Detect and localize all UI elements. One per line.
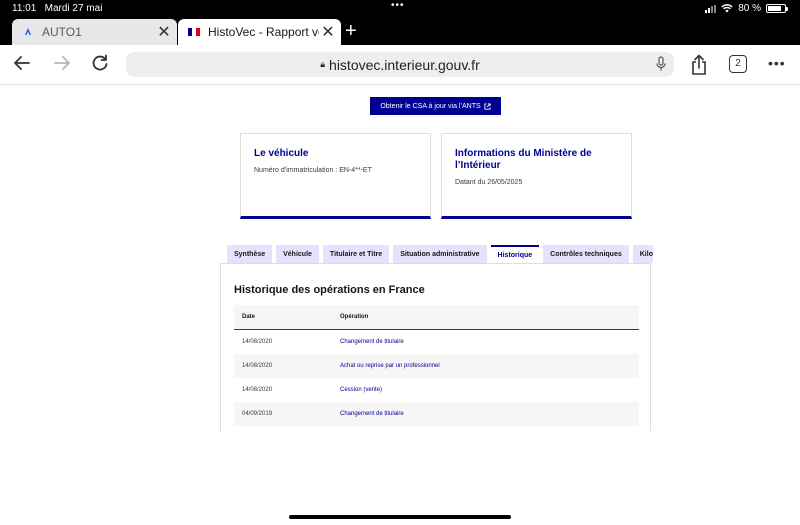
- table-row: 14/08/2020 Cession (vente): [234, 378, 639, 402]
- table-row: 14/08/2020 Achat ou reprise par un profe…: [234, 354, 639, 378]
- battery-percent: 80 %: [738, 3, 761, 14]
- tab-controles-techniques[interactable]: Contrôles techniques: [543, 245, 629, 263]
- forward-arrow-icon[interactable]: [52, 53, 72, 73]
- browser-toolbar: 🔒︎ histovec.interieur.gouv.fr 2 •••: [0, 45, 800, 85]
- wifi-icon: [721, 4, 733, 13]
- tab-synthese[interactable]: Synthèse: [227, 245, 273, 263]
- url-text: histovec.interieur.gouv.fr: [329, 56, 480, 73]
- ants-link-button[interactable]: Obtenir le CSA à jour via l’ANTS: [370, 97, 501, 115]
- browser-tab-auto1[interactable]: AUTO1 ✕: [12, 19, 177, 45]
- browser-tab-histovec[interactable]: HistoVec - Rapport vendeur ✕: [178, 19, 341, 45]
- row-operation: Cession (vente): [340, 387, 383, 393]
- table-header: Date Opération: [234, 305, 639, 330]
- signal-icon: [705, 4, 717, 13]
- tab-titulaire[interactable]: Titulaire et Titre: [322, 245, 390, 263]
- card-description: Numéro d’immatriculation : EN-4**-ET: [254, 167, 372, 174]
- column-date: Date: [242, 314, 256, 320]
- tab-historique[interactable]: Historique: [490, 245, 540, 263]
- share-icon[interactable]: [690, 54, 708, 76]
- card-title: Le véhicule: [254, 148, 309, 159]
- row-date: 04/09/2019: [242, 411, 273, 417]
- row-operation: Changement de titulaire: [340, 339, 404, 345]
- card-title: Informations du Ministère de l’Intérieur: [455, 148, 592, 171]
- status-time: 11:01 Mardi 27 mai: [12, 3, 103, 14]
- microphone-icon[interactable]: [656, 56, 666, 72]
- row-date: 14/08/2020: [242, 387, 273, 393]
- ants-link-label: Obtenir le CSA à jour via l’ANTS: [380, 102, 481, 110]
- card-description: Datant du 26/05/2025: [455, 179, 523, 186]
- tab-title: AUTO1: [42, 25, 82, 39]
- row-operation: Changement de titulaire: [340, 411, 404, 417]
- ministry-info-card[interactable]: Informations du Ministère de l’Intérieur…: [441, 133, 632, 219]
- row-operation: Achat ou reprise par un professionnel: [340, 363, 440, 369]
- more-options-icon[interactable]: •••: [768, 55, 786, 71]
- row-date: 14/08/2020: [242, 339, 273, 345]
- reload-icon[interactable]: [90, 53, 110, 73]
- external-link-icon: [484, 102, 491, 110]
- auto1-logo-icon: [22, 27, 34, 37]
- history-table: Date Opération 14/08/2020 Changement de …: [234, 305, 639, 426]
- status-bar: 11:01 Mardi 27 mai ••• 80 %: [0, 0, 800, 17]
- column-operation: Opération: [340, 314, 369, 320]
- close-tab-icon[interactable]: ✕: [155, 22, 173, 42]
- history-panel: Historique des opérations en France Date…: [220, 263, 651, 431]
- french-flag-icon: [188, 27, 200, 37]
- tab-count-button[interactable]: 2: [729, 55, 747, 73]
- row-date: 14/08/2020: [242, 363, 273, 369]
- tab-vehicule[interactable]: Véhicule: [276, 245, 319, 263]
- back-arrow-icon[interactable]: [12, 53, 32, 73]
- tab-bar: AUTO1 ✕ HistoVec - Rapport vendeur ✕ +: [0, 17, 800, 45]
- home-indicator[interactable]: [289, 515, 511, 519]
- battery-icon: [766, 4, 788, 13]
- lock-icon: 🔒︎: [320, 59, 326, 69]
- history-heading: Historique des opérations en France: [234, 284, 425, 296]
- tab-situation-administrative[interactable]: Situation administrative: [393, 245, 487, 263]
- tab-kilometrage[interactable]: Kilométrage: [632, 245, 653, 263]
- address-bar[interactable]: 🔒︎ histovec.interieur.gouv.fr: [126, 52, 674, 77]
- vehicle-card[interactable]: Le véhicule Numéro d’immatriculation : E…: [240, 133, 431, 219]
- report-tabs: Synthèse Véhicule Titulaire et Titre Sit…: [227, 245, 653, 263]
- tab-title: HistoVec - Rapport vendeur: [208, 25, 319, 39]
- close-tab-icon[interactable]: ✕: [319, 22, 337, 42]
- multitasking-dots[interactable]: •••: [391, 0, 405, 11]
- table-row: 04/09/2019 Changement de titulaire: [234, 402, 639, 426]
- new-tab-icon[interactable]: +: [345, 21, 357, 41]
- table-row: 14/08/2020 Changement de titulaire: [234, 330, 639, 354]
